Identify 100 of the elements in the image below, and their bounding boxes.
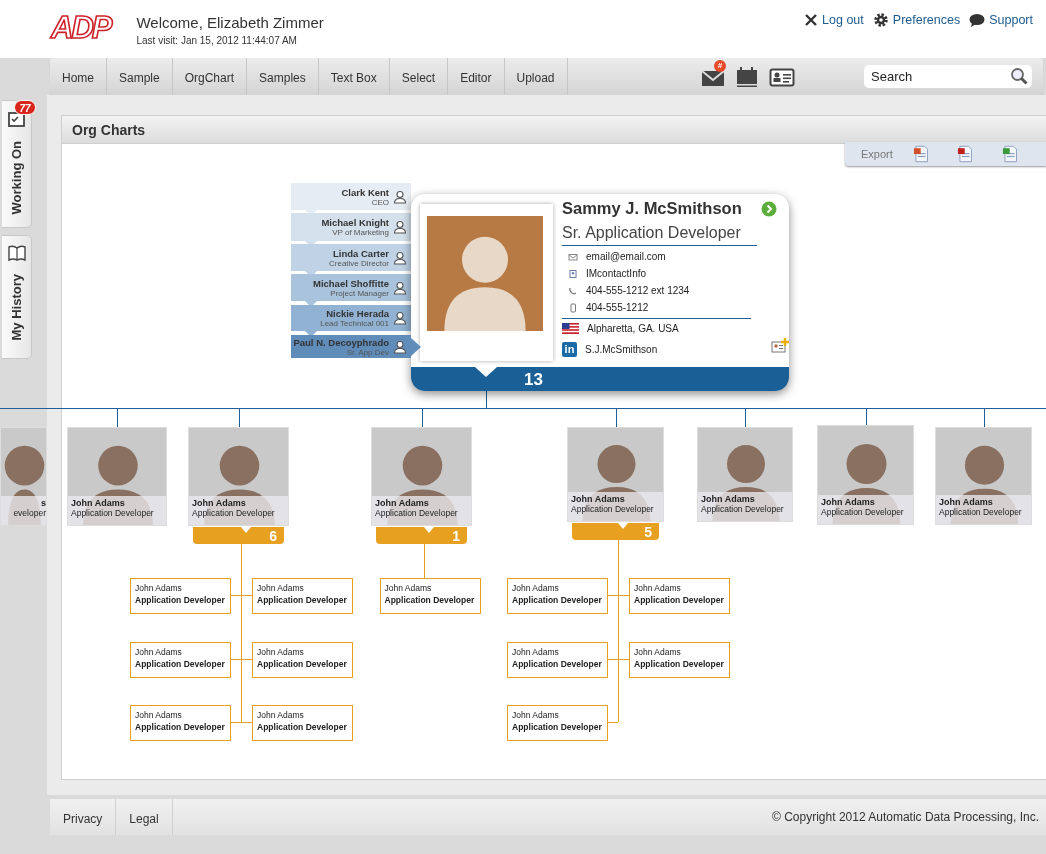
employee-title: Application Developer bbox=[257, 658, 348, 669]
excel-file-icon[interactable] bbox=[1001, 145, 1018, 163]
employee-name: John Adams bbox=[571, 494, 626, 504]
last-visit-text: Last visit: Jan 15, 2012 11:44:07 AM bbox=[136, 35, 298, 46]
calendar-icon[interactable] bbox=[736, 65, 758, 88]
employee-title: Application Developer bbox=[821, 507, 905, 517]
profile-name: Sammy J. McSmithson bbox=[562, 199, 742, 218]
employee-title: Application Developer bbox=[257, 722, 348, 732]
export-label: Export bbox=[861, 148, 893, 160]
employee-box[interactable]: John Adams Application Developer bbox=[507, 641, 608, 678]
contact-detail: email@email.com bbox=[586, 251, 666, 262]
employee-title: Application Developer bbox=[135, 658, 226, 669]
person-name: Michael Shoffitte bbox=[313, 277, 389, 289]
employee-title: Application Developer bbox=[634, 595, 725, 605]
employee-box[interactable]: John Adams Application Developer bbox=[130, 578, 231, 614]
employee-title: Application Developer bbox=[939, 507, 1023, 517]
employee-name: John Adams bbox=[257, 710, 305, 720]
employee-name: s bbox=[41, 498, 46, 508]
employee-name: John Adams bbox=[512, 583, 560, 593]
person-role: Project Manager bbox=[330, 288, 389, 298]
panel-title: Org Charts bbox=[72, 121, 146, 138]
employee-title: Application Developer bbox=[192, 508, 276, 518]
person-name: Linda Carter bbox=[333, 247, 389, 259]
search-icon bbox=[1010, 67, 1028, 85]
employee-title: Application Developer bbox=[512, 658, 603, 669]
word-file-icon[interactable] bbox=[912, 145, 930, 163]
employee-box[interactable]: John Adams Application Developer bbox=[252, 578, 353, 614]
employee-name: John Adams bbox=[512, 710, 560, 720]
employee-box[interactable]: John Adams Application Developer bbox=[130, 705, 231, 741]
person-name: Michael Knight bbox=[321, 217, 389, 228]
contact-detail: IMcontactInfo bbox=[586, 268, 647, 279]
person-name: Clark Kent bbox=[341, 186, 389, 198]
connector-line bbox=[424, 544, 426, 578]
footer-link[interactable]: Legal bbox=[116, 799, 173, 835]
person-role: Creative Director bbox=[329, 258, 389, 268]
contact-card-icon[interactable] bbox=[769, 66, 795, 87]
employee-title: Application Developer bbox=[571, 504, 655, 514]
employee-box[interactable]: John Adams Application Developer bbox=[252, 705, 353, 741]
phone-icon bbox=[568, 285, 578, 296]
employee-name: John Adams bbox=[821, 497, 876, 507]
employee-title: Application Developer bbox=[375, 508, 459, 518]
mobile-phone-icon bbox=[568, 302, 578, 313]
add-contact-icon[interactable] bbox=[771, 338, 789, 354]
book-icon bbox=[6, 244, 27, 262]
envelope-icon bbox=[568, 251, 578, 262]
employee-name: John Adams bbox=[71, 498, 126, 508]
employee-title: Application Developer bbox=[135, 595, 226, 605]
employee-card[interactable]: John Adams Application Developer bbox=[188, 427, 289, 526]
employee-title: Application Developer bbox=[71, 508, 155, 518]
count-badge: 77 bbox=[14, 100, 36, 115]
person-role: Lead Technical 001 bbox=[320, 319, 389, 328]
contact-detail: 404-555-1212 bbox=[586, 302, 649, 313]
employee-name: John Adams bbox=[192, 498, 247, 508]
employee-card[interactable]: John Adams Application Developer bbox=[697, 427, 793, 522]
employee-name: John Adams bbox=[257, 646, 305, 657]
employee-title: eveloper bbox=[13, 508, 46, 518]
employee-name: John Adams bbox=[939, 497, 994, 507]
search-field[interactable]: Search bbox=[864, 65, 1032, 88]
employee-box[interactable]: John Adams Application Developer bbox=[252, 641, 353, 678]
employee-card[interactable]: John Adams Application Developer bbox=[371, 427, 472, 526]
pdf-file-icon[interactable] bbox=[957, 145, 974, 163]
close-icon[interactable] bbox=[804, 13, 819, 27]
welcome-text: Welcome, Elizabeth Zimmer bbox=[136, 14, 324, 31]
linkedin-badge: in bbox=[562, 341, 577, 357]
employee-card[interactable]: John Adams Application Developer bbox=[817, 425, 914, 525]
footer-link[interactable]: Privacy bbox=[50, 799, 117, 835]
arrow-circle-icon[interactable] bbox=[761, 200, 777, 217]
speech-bubble-icon[interactable] bbox=[969, 12, 986, 28]
employee-name: John Adams bbox=[135, 646, 183, 657]
person-icon bbox=[393, 280, 407, 295]
settings-icon[interactable] bbox=[872, 12, 889, 28]
employee-box[interactable]: John Adams Application Developer bbox=[629, 641, 730, 678]
employee-card[interactable]: s eveloper bbox=[0, 427, 47, 526]
employee-title: Application Developer bbox=[701, 504, 785, 514]
person-icon bbox=[393, 250, 407, 265]
employee-name: John Adams bbox=[135, 710, 183, 720]
employee-box[interactable]: John Adams Application Developer bbox=[130, 641, 231, 678]
employee-name: John Adams bbox=[634, 646, 682, 657]
person-name: Nickie Herada bbox=[326, 308, 389, 319]
person-name: Paul N. Decoyphrado bbox=[293, 336, 389, 348]
flag-icon bbox=[562, 323, 579, 334]
employee-box[interactable]: John Adams Application Developer bbox=[379, 578, 481, 614]
header-link[interactable]: Log out bbox=[822, 13, 864, 27]
employee-title: Application Developer bbox=[512, 595, 603, 605]
employee-name: John Adams bbox=[701, 494, 756, 504]
count-bar: 13 bbox=[411, 367, 789, 391]
header-link[interactable]: Support bbox=[989, 13, 1033, 27]
employee-name: John Adams bbox=[257, 583, 305, 593]
employee-box[interactable]: John Adams Application Developer bbox=[507, 705, 608, 741]
employee-box[interactable]: John Adams Application Developer bbox=[629, 578, 730, 614]
person-role: VP of Marketing bbox=[332, 228, 389, 237]
id-badge-icon bbox=[568, 268, 578, 279]
header-link[interactable]: Preferences bbox=[892, 13, 961, 27]
side-tab[interactable]: My History bbox=[2, 235, 32, 359]
employee-name: John Adams bbox=[634, 583, 682, 593]
person-role: Sr. App Dev bbox=[346, 347, 389, 357]
employee-card[interactable]: John Adams Application Developer bbox=[567, 427, 664, 522]
employee-card[interactable]: John Adams Application Developer bbox=[67, 427, 167, 526]
employee-card[interactable]: John Adams Application Developer bbox=[935, 427, 1032, 525]
employee-box[interactable]: John Adams Application Developer bbox=[507, 578, 608, 614]
